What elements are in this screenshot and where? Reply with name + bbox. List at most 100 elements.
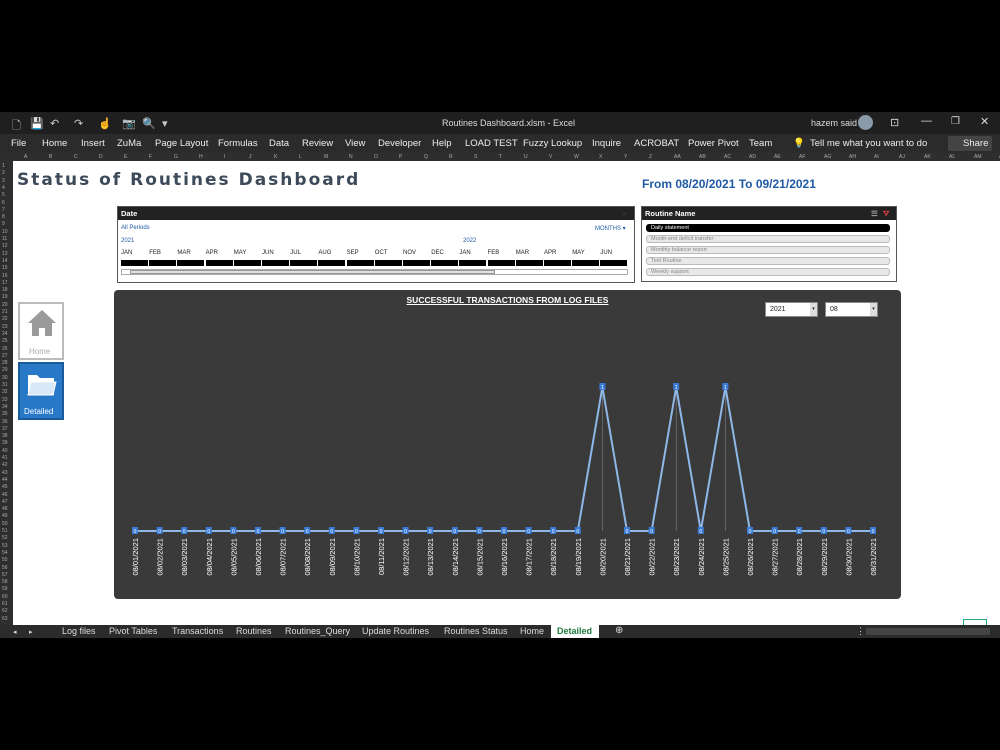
row-header[interactable]: 20 [2,302,8,308]
timeline-month-bar[interactable] [459,260,487,266]
save-icon[interactable]: 💾 [30,117,44,130]
slicer-item-daily-statement[interactable]: Daily statement [646,224,890,232]
row-header[interactable]: 57 [2,572,8,578]
share-button[interactable]: Share [948,136,992,151]
row-header[interactable]: 35 [2,411,8,417]
tab-file[interactable]: File [11,138,26,149]
column-header[interactable]: AC [724,154,731,160]
column-header[interactable]: L [299,154,302,160]
row-header[interactable]: 8 [2,214,5,220]
column-header[interactable]: E [124,154,127,160]
scroll-right-icon[interactable]: ▸ [29,628,33,636]
column-header[interactable]: B [49,154,52,160]
add-sheet-icon[interactable]: ⊕ [615,625,623,636]
data-point[interactable]: 0 [255,527,261,535]
detailed-nav-button[interactable]: Detailed [18,362,64,420]
timeline-month-bar[interactable] [346,260,374,266]
sheet-tab-log-files[interactable]: Log files [62,626,96,636]
slicer-item-weekly-support[interactable]: Weekly support [646,268,890,276]
row-header[interactable]: 36 [2,419,8,425]
row-header[interactable]: 44 [2,477,8,483]
row-header[interactable]: 7 [2,207,5,213]
row-header[interactable]: 14 [2,258,8,264]
timeline-scroll-thumb[interactable] [130,270,495,274]
slicer-item-test-routine[interactable]: Test Routine [646,257,890,265]
customize-qat-icon[interactable]: ▾ [162,117,168,130]
column-header[interactable]: AD [749,154,756,160]
tab-inquire[interactable]: Inquire [592,138,621,149]
data-point[interactable]: 0 [550,527,557,535]
row-header[interactable]: 38 [2,433,8,439]
row-header[interactable]: 41 [2,455,8,461]
column-header[interactable]: AE [774,154,781,160]
data-point[interactable]: 0 [796,527,803,535]
column-header[interactable]: F [149,154,152,160]
column-header[interactable]: Q [424,154,428,160]
timeline-month-bar[interactable] [290,260,318,266]
row-header[interactable]: 54 [2,550,8,556]
column-header[interactable]: N [349,154,353,160]
data-point[interactable]: 0 [870,527,876,535]
date-timeline-slicer[interactable]: Date ▫ All Periods MONTHS ▾ 2021 2022 JA… [117,206,635,283]
slicer-item-monthly-balance[interactable]: Monthly balance report [646,246,890,254]
row-header[interactable]: 11 [2,236,7,242]
multi-select-icon[interactable]: ☰ [871,209,878,218]
clear-filter-icon[interactable]: ▫ [623,209,626,218]
timeline-month-bar[interactable] [374,260,402,266]
column-header[interactable]: AJ [899,154,905,160]
row-header[interactable]: 55 [2,557,8,563]
data-point[interactable]: 1 [673,383,680,391]
row-header[interactable]: 61 [2,601,8,607]
timeline-month-bar[interactable] [572,260,600,266]
close-icon[interactable]: ✕ [980,115,989,128]
column-header[interactable]: A [24,154,27,160]
redo-icon[interactable]: ↷ [74,117,83,130]
row-header[interactable]: 42 [2,462,8,468]
worksheet[interactable]: Status of Routines Dashboard From 08/20/… [13,161,1000,625]
sheet-tab-routines-query[interactable]: Routines_Query [285,626,350,636]
column-header[interactable]: M [324,154,328,160]
sheet-tab-routines-status[interactable]: Routines Status [444,626,508,636]
column-header[interactable]: Y [624,154,627,160]
row-header[interactable]: 37 [2,426,8,432]
tab-review[interactable]: Review [302,138,333,149]
row-header[interactable]: 21 [2,309,8,315]
sheet-tab-update-routines[interactable]: Update Routines [362,626,429,636]
timeline-month-bar[interactable] [515,260,543,266]
data-point[interactable]: 0 [132,527,138,535]
column-header[interactable]: AB [699,154,706,160]
column-header[interactable]: U [524,154,528,160]
sheet-tab-routines[interactable]: Routines [236,626,272,636]
column-header[interactable]: O [374,154,378,160]
data-point[interactable]: 0 [501,527,507,535]
column-header[interactable]: T [499,154,502,160]
column-header[interactable]: AH [849,154,856,160]
row-header[interactable]: 53 [2,543,8,549]
more-options-icon[interactable]: ⋮ [856,626,865,637]
row-header[interactable]: 27 [2,353,8,359]
row-header[interactable]: 24 [2,331,8,337]
column-header[interactable]: S [474,154,477,160]
column-header[interactable]: Z [649,154,652,160]
row-header[interactable]: 51 [2,528,8,534]
row-header[interactable]: 31 [2,382,8,388]
timeline-month-bar[interactable] [121,260,148,266]
column-header[interactable]: V [549,154,552,160]
tab-view[interactable]: View [345,138,365,149]
timeline-month-bar[interactable] [431,260,459,266]
timeline-month-bar[interactable] [403,260,430,266]
row-header[interactable]: 50 [2,521,8,527]
row-header[interactable]: 2 [2,170,5,176]
tab-page-layout[interactable]: Page Layout [155,138,208,149]
row-header[interactable]: 28 [2,360,8,366]
tab-zuma[interactable]: ZuMa [117,138,141,149]
data-point[interactable]: 0 [476,527,483,535]
data-point[interactable]: 0 [427,527,434,535]
timeline-month-bar[interactable] [487,260,515,266]
row-header[interactable]: 12 [2,243,8,249]
row-header[interactable]: 4 [2,185,5,191]
tab-acrobat[interactable]: ACROBAT [634,138,679,149]
data-point[interactable]: 1 [599,383,606,391]
avatar[interactable] [858,115,873,130]
sheet-tab-transactions[interactable]: Transactions [172,626,223,636]
